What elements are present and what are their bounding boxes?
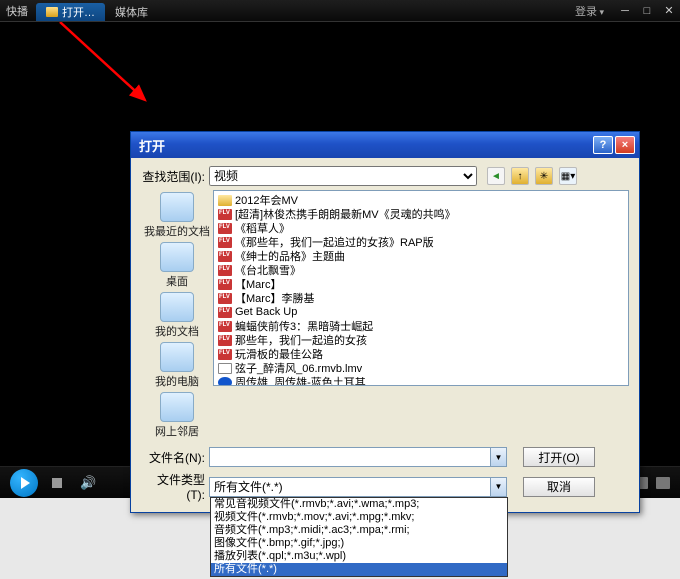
filetype-option[interactable]: 所有文件(*.*) bbox=[211, 563, 507, 576]
place-desktop[interactable]: 桌面 bbox=[160, 242, 194, 289]
filetype-option[interactable]: 图像文件(*.bmp;*.gif;*.jpg;) bbox=[211, 537, 507, 550]
filename-label: 文件名(N): bbox=[141, 449, 209, 466]
file-item[interactable]: 《稻草人》 bbox=[216, 221, 626, 235]
file-item[interactable]: 《那些年，我们一起追过的女孩》RAP版 bbox=[216, 235, 626, 249]
file-list[interactable]: 2012年会MV[超清]林俊杰携手朗朗最新MV《灵魂的共鸣》《稻草人》《那些年，… bbox=[213, 190, 629, 386]
dialog-titlebar[interactable]: 打开 ? × bbox=[131, 132, 639, 158]
annotation-arrow bbox=[30, 22, 190, 122]
nav-back-icon[interactable]: ◄ bbox=[487, 167, 505, 185]
mycomputer-icon bbox=[160, 342, 194, 372]
app-titlebar: 快播 打开… 媒体库 登录 ─ □ ✕ bbox=[0, 0, 680, 22]
flv-icon bbox=[218, 265, 232, 276]
filetype-select[interactable]: 所有文件(*.*) ▼ 常见音视频文件(*.rmvb;*.avi;*.wma;*… bbox=[209, 477, 507, 497]
toolbar-icon-3[interactable] bbox=[656, 477, 670, 489]
file-item[interactable]: [超清]林俊杰携手朗朗最新MV《灵魂的共鸣》 bbox=[216, 207, 626, 221]
file-item[interactable]: 《台北飘雪》 bbox=[216, 263, 626, 277]
place-mydocs[interactable]: 我的文档 bbox=[155, 292, 199, 339]
recent-icon bbox=[160, 192, 194, 222]
file-item[interactable]: 《绅士的品格》主题曲 bbox=[216, 249, 626, 263]
file-item-name: 周传雄_周传雄-蓝色土耳其 bbox=[235, 374, 366, 386]
flv-icon bbox=[218, 293, 232, 304]
file-item[interactable]: 【Marc】李勝基 bbox=[216, 291, 626, 305]
app-title: 快播 bbox=[6, 3, 28, 19]
maximize-button[interactable]: □ bbox=[638, 4, 656, 18]
filetype-dropdown: 常见音视频文件(*.rmvb;*.avi;*.wma;*.mp3;视频文件(*.… bbox=[210, 497, 508, 577]
nav-up-icon[interactable]: ↑ bbox=[511, 167, 529, 185]
filetype-option[interactable]: 音频文件(*.mp3;*.midi;*.ac3;*.mpa;*.rmi; bbox=[211, 524, 507, 537]
dialog-close-button[interactable]: × bbox=[615, 136, 635, 154]
tab-open[interactable]: 打开… bbox=[36, 3, 105, 21]
dialog-help-button[interactable]: ? bbox=[593, 136, 613, 154]
list-icon bbox=[218, 363, 232, 374]
tab-library[interactable]: 媒体库 bbox=[105, 3, 158, 21]
rm-icon bbox=[218, 377, 232, 387]
file-item[interactable]: 玩滑板的最佳公路 bbox=[216, 347, 626, 361]
filetype-label: 文件类型(T): bbox=[141, 471, 209, 502]
open-button[interactable]: 打开(O) bbox=[523, 447, 595, 467]
places-bar: 我最近的文档 桌面 我的文档 我的电脑 网上邻居 bbox=[141, 190, 213, 439]
tab-library-label: 媒体库 bbox=[115, 4, 148, 20]
folder-icon bbox=[46, 7, 58, 17]
mydocs-icon bbox=[160, 292, 194, 322]
file-item[interactable]: Get Back Up bbox=[216, 305, 626, 319]
file-item[interactable]: 蝙蝠侠前传3：黑暗骑士崛起 bbox=[216, 319, 626, 333]
tab-open-label: 打开… bbox=[62, 4, 95, 20]
video-area: 打开 ? × 查找范围(I): 视频 ◄ ↑ ✳ ▦▾ bbox=[0, 22, 680, 466]
file-item[interactable]: 【Marc】 bbox=[216, 277, 626, 291]
flv-icon bbox=[218, 237, 232, 248]
lookin-select[interactable]: 视频 bbox=[209, 166, 477, 186]
chevron-down-icon[interactable]: ▼ bbox=[490, 448, 506, 466]
lookin-label: 查找范围(I): bbox=[141, 168, 209, 185]
flv-icon bbox=[218, 279, 232, 290]
filetype-option[interactable]: 播放列表(*.qpl;*.m3u;*.wpl) bbox=[211, 550, 507, 563]
file-item[interactable]: 2012年会MV bbox=[216, 193, 626, 207]
flv-icon bbox=[218, 223, 232, 234]
filetype-option[interactable]: 视频文件(*.rmvb;*.mov;*.avi;*.mpg;*.mkv; bbox=[211, 511, 507, 524]
nav-newfolder-icon[interactable]: ✳ bbox=[535, 167, 553, 185]
flv-icon bbox=[218, 349, 232, 360]
chevron-down-icon[interactable]: ▼ bbox=[490, 478, 506, 496]
file-item-name: Get Back Up bbox=[235, 306, 297, 318]
network-icon bbox=[160, 392, 194, 422]
minimize-button[interactable]: ─ bbox=[616, 4, 634, 18]
stop-button[interactable] bbox=[52, 478, 62, 488]
flv-icon bbox=[218, 307, 232, 318]
dialog-title: 打开 bbox=[139, 136, 165, 155]
flv-icon bbox=[218, 321, 232, 332]
file-item[interactable]: 那些年，我们一起追的女孩 bbox=[216, 333, 626, 347]
flv-icon bbox=[218, 209, 232, 220]
flv-icon bbox=[218, 335, 232, 346]
folder-icon bbox=[218, 195, 232, 206]
file-item[interactable]: 弦子_醉清风_06.rmvb.lmv bbox=[216, 361, 626, 375]
file-item[interactable]: 周传雄_周传雄-蓝色土耳其 bbox=[216, 375, 626, 386]
cancel-button[interactable]: 取消 bbox=[523, 477, 595, 497]
place-recent[interactable]: 我最近的文档 bbox=[144, 192, 210, 239]
flv-icon bbox=[218, 251, 232, 262]
close-app-button[interactable]: ✕ bbox=[660, 4, 678, 18]
play-button[interactable] bbox=[10, 469, 38, 497]
open-dialog: 打开 ? × 查找范围(I): 视频 ◄ ↑ ✳ ▦▾ bbox=[130, 131, 640, 513]
login-link[interactable]: 登录 bbox=[575, 3, 604, 19]
file-item-name: 【Marc】李勝基 bbox=[235, 290, 314, 306]
volume-icon[interactable]: 🔊 bbox=[80, 475, 96, 491]
nav-viewmenu-icon[interactable]: ▦▾ bbox=[559, 167, 577, 185]
filetype-option[interactable]: 常见音视频文件(*.rmvb;*.avi;*.wma;*.mp3; bbox=[211, 498, 507, 511]
place-network[interactable]: 网上邻居 bbox=[155, 392, 199, 439]
place-mycomputer[interactable]: 我的电脑 bbox=[155, 342, 199, 389]
filename-input[interactable]: ▼ bbox=[209, 447, 507, 467]
filetype-value: 所有文件(*.*) bbox=[214, 478, 283, 495]
desktop-icon bbox=[160, 242, 194, 272]
